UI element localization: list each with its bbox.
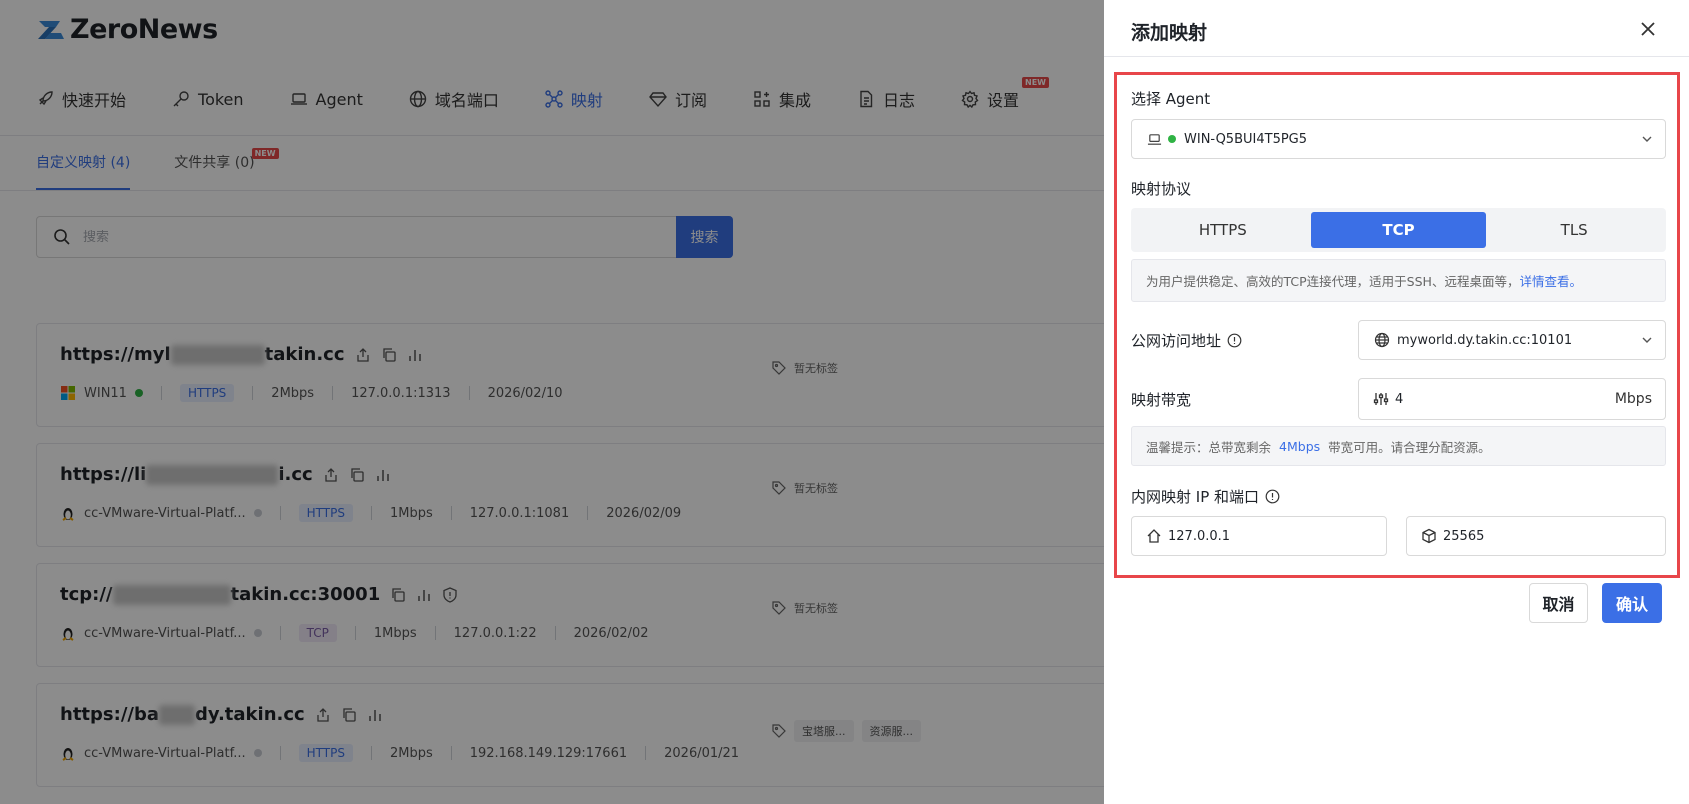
bandwidth-input[interactable]: 4 Mbps xyxy=(1358,378,1666,420)
local-port-input[interactable]: 25565 xyxy=(1406,516,1666,556)
bandwidth-unit: Mbps xyxy=(1614,391,1652,407)
globe-icon xyxy=(1374,332,1390,348)
bandwidth-remaining: 4Mbps xyxy=(1279,438,1321,454)
bandwidth-input-value: 4 xyxy=(1395,391,1404,407)
local-ip-input[interactable]: 127.0.0.1 xyxy=(1131,516,1387,556)
cancel-button[interactable]: 取消 xyxy=(1529,583,1588,623)
local-port-value: 25565 xyxy=(1443,528,1485,544)
protocol-label: 映射协议 xyxy=(1131,180,1192,198)
protocol-segmented-control: HTTPS TCP TLS xyxy=(1131,208,1666,252)
agent-select[interactable]: WIN-Q5BUI4T5PG5 xyxy=(1131,119,1666,159)
drawer-title: 添加映射 xyxy=(1131,22,1208,44)
online-status-dot xyxy=(1168,135,1176,143)
details-link[interactable]: 详情查看。 xyxy=(1519,271,1582,290)
public-address-select[interactable]: myworld.dy.takin.cc:10101 xyxy=(1358,320,1666,360)
protocol-option-https[interactable]: HTTPS xyxy=(1135,212,1311,248)
protocol-option-tls[interactable]: TLS xyxy=(1486,212,1662,248)
bandwidth-label: 映射带宽 xyxy=(1131,391,1192,409)
home-icon xyxy=(1147,529,1161,543)
agent-label: 选择 Agent xyxy=(1131,90,1211,108)
local-ip-value: 127.0.0.1 xyxy=(1168,528,1231,544)
sliders-icon xyxy=(1373,393,1389,405)
confirm-button[interactable]: 确认 xyxy=(1602,583,1662,623)
info-icon[interactable] xyxy=(1227,333,1242,348)
chevron-down-icon xyxy=(1642,337,1652,343)
close-icon[interactable] xyxy=(1637,18,1659,40)
public-address-label: 公网访问地址 xyxy=(1131,330,1242,351)
protocol-description: 为用户提供稳定、高效的TCP连接代理，适用于SSH、远程桌面等， 详情查看。 xyxy=(1131,259,1666,302)
agent-select-value: WIN-Q5BUI4T5PG5 xyxy=(1184,131,1308,147)
modal-backdrop[interactable] xyxy=(0,0,1104,804)
bandwidth-tip: 温馨提示：总带宽剩余 4Mbps 带宽可用。请合理分配资源。 xyxy=(1131,426,1666,466)
laptop-icon xyxy=(1147,133,1162,145)
cube-icon xyxy=(1422,528,1436,544)
protocol-option-tcp[interactable]: TCP xyxy=(1310,212,1487,248)
chevron-down-icon xyxy=(1642,136,1652,142)
drawer-header-divider xyxy=(1104,56,1689,57)
info-icon[interactable] xyxy=(1265,489,1280,504)
public-address-value: myworld.dy.takin.cc:10101 xyxy=(1397,332,1573,348)
add-mapping-drawer: 添加映射 选择 Agent WIN-Q5BUI4T5PG5 映射协议 HTTPS… xyxy=(1104,0,1689,804)
local-ip-port-label: 内网映射 IP 和端口 xyxy=(1131,486,1280,507)
